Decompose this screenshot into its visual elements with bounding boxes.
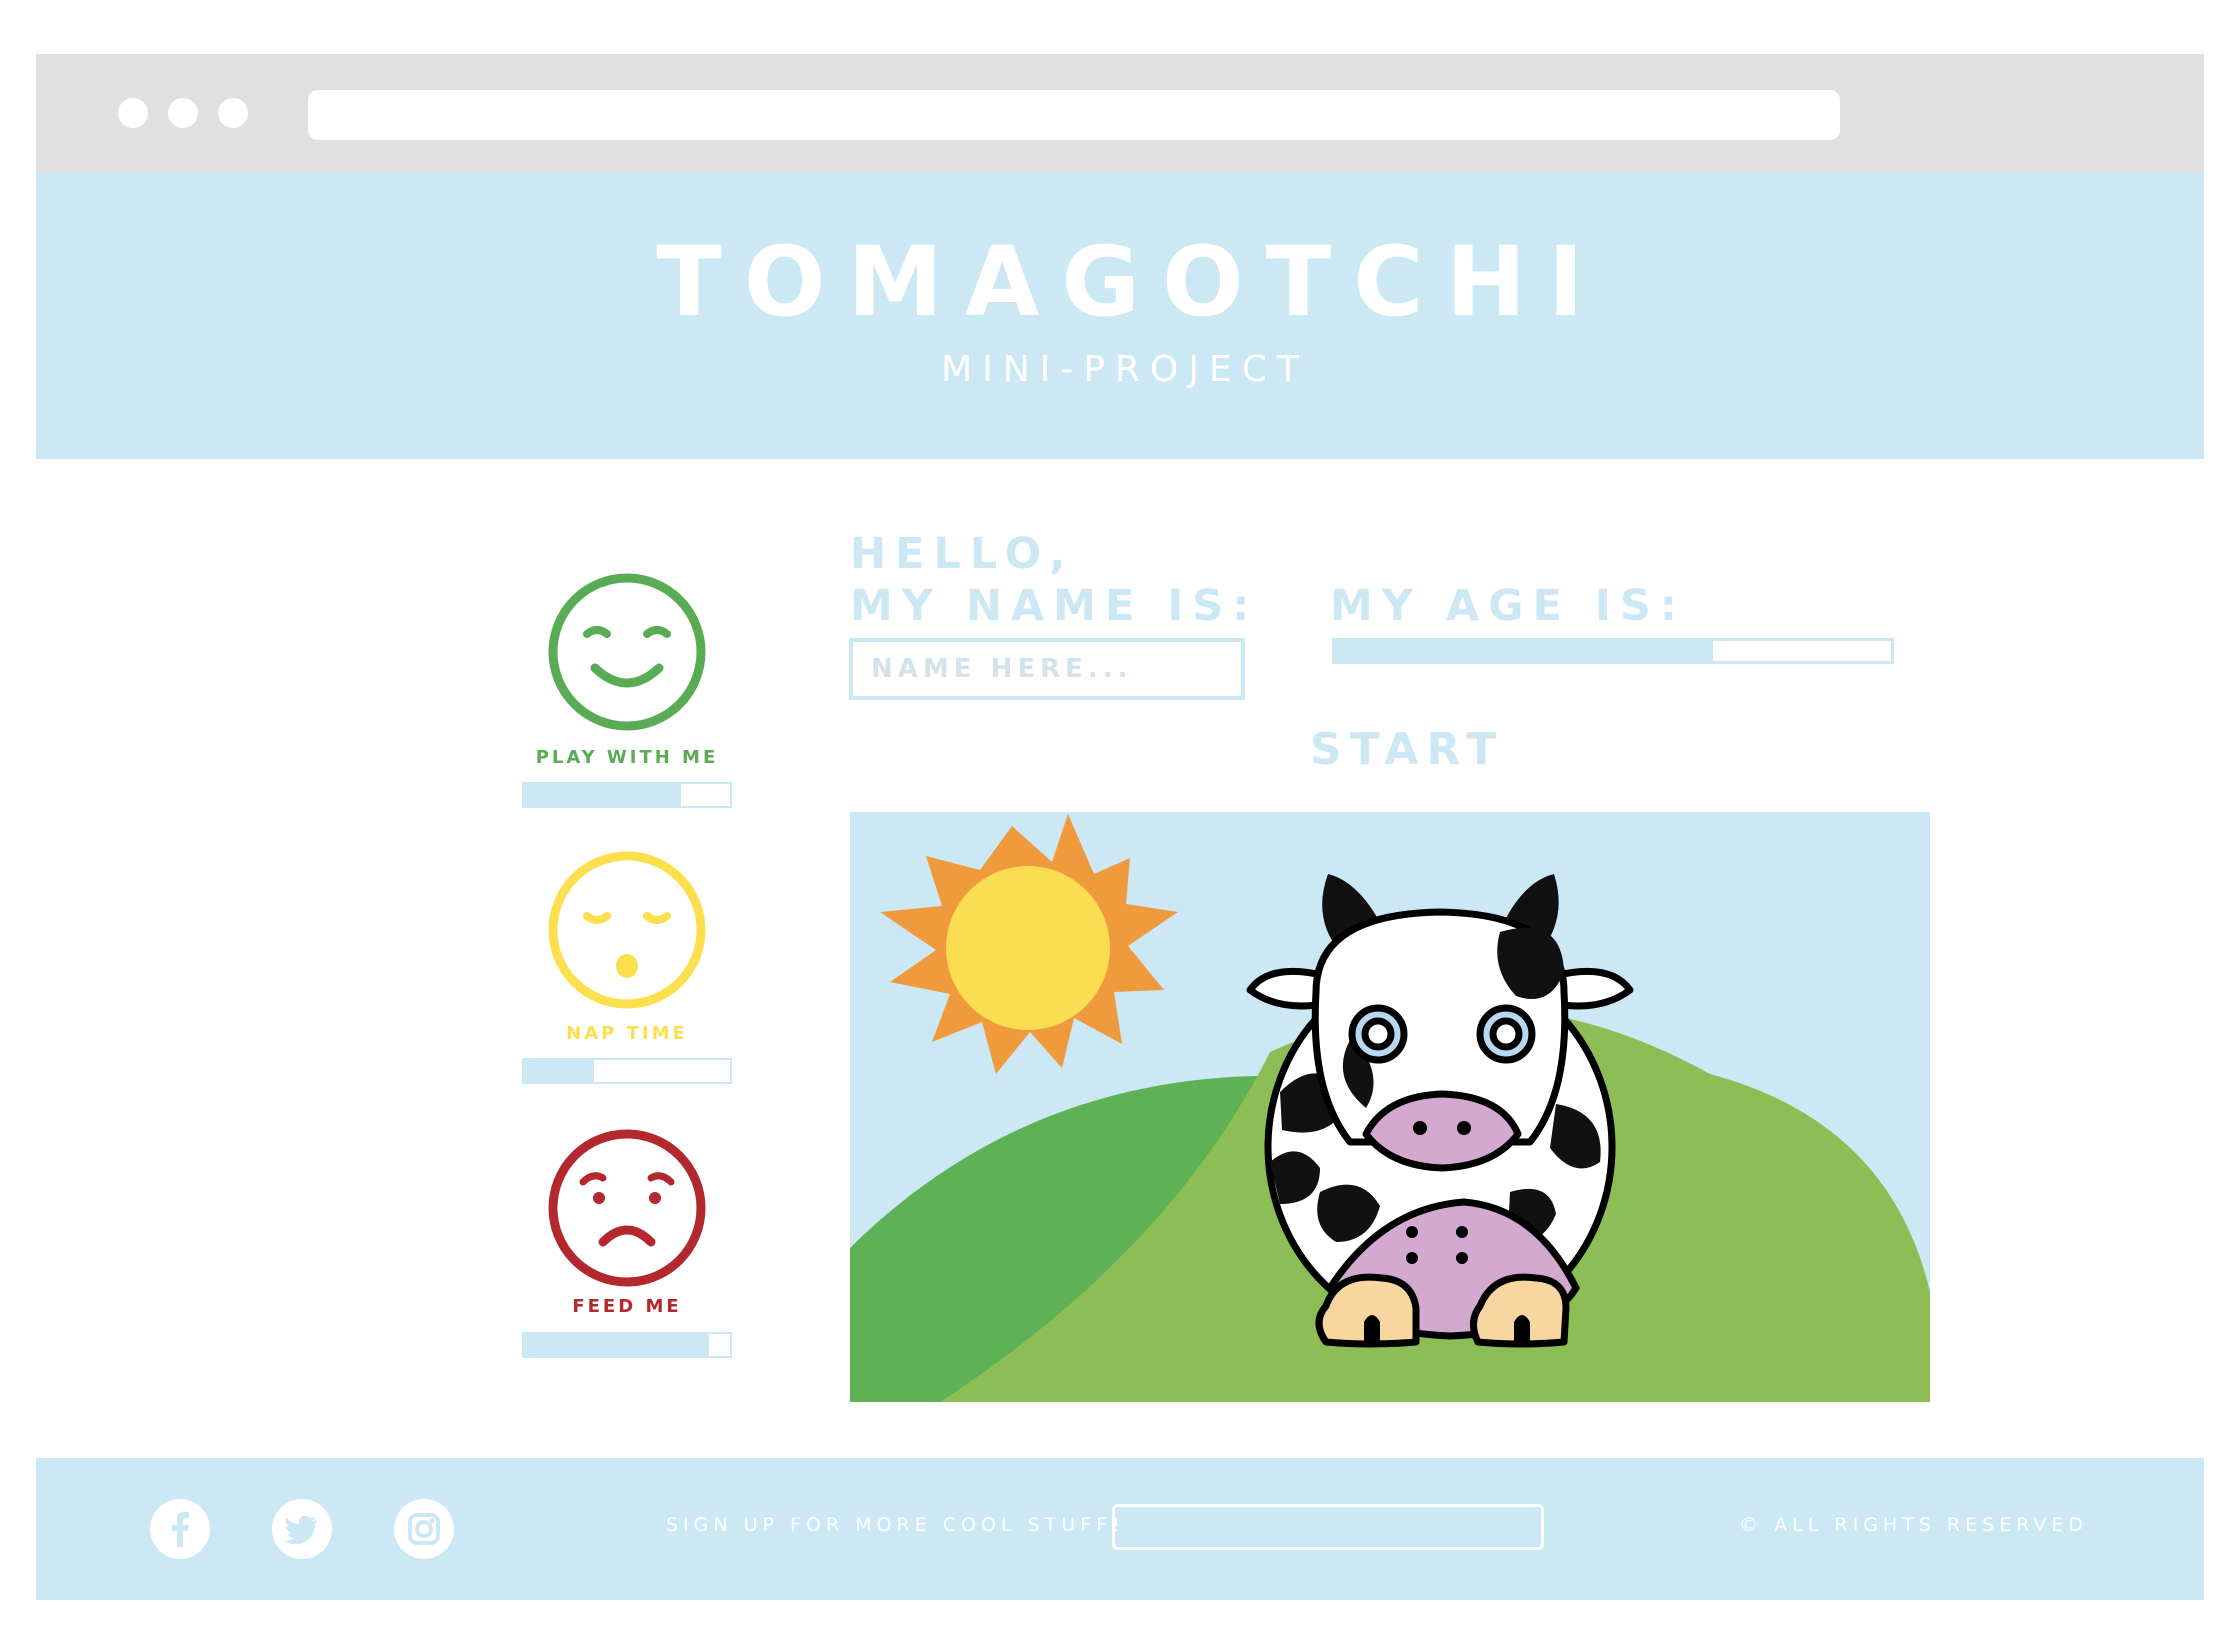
feed-meter bbox=[522, 1332, 732, 1358]
need-label-nap: NAP TIME bbox=[566, 1023, 688, 1044]
feed-meter-fill bbox=[524, 1334, 710, 1356]
address-bar[interactable] bbox=[308, 90, 1840, 140]
browser-chrome bbox=[36, 54, 2204, 172]
happy-face-icon bbox=[548, 573, 706, 731]
page-title: TOMAGOTCHI bbox=[656, 226, 1606, 338]
nap-meter bbox=[522, 1058, 732, 1084]
age-label: MY AGE IS: bbox=[1330, 581, 1686, 631]
window-control-maximize[interactable] bbox=[218, 98, 248, 128]
window-control-minimize[interactable] bbox=[168, 98, 198, 128]
need-label-feed: FEED ME bbox=[572, 1296, 682, 1317]
pet-scene bbox=[850, 812, 1930, 1402]
footer: SIGN UP FOR MORE COOL STUFF! © ALL RIGHT… bbox=[36, 1458, 2204, 1600]
name-input[interactable] bbox=[849, 638, 1245, 700]
play-meter-fill bbox=[524, 784, 681, 806]
hero-banner: TOMAGOTCHI MINI-PROJECT bbox=[36, 172, 2204, 459]
copyright-text: © ALL RIGHTS RESERVED bbox=[1739, 1514, 2088, 1536]
need-label-play: PLAY WITH ME bbox=[535, 747, 719, 768]
twitter-icon[interactable] bbox=[272, 1499, 332, 1559]
sleepy-face-icon bbox=[548, 851, 706, 1009]
age-meter-fill bbox=[1335, 641, 1714, 661]
email-signup-input[interactable] bbox=[1112, 1504, 1544, 1550]
need-play[interactable]: PLAY WITH ME bbox=[520, 572, 734, 812]
age-meter bbox=[1332, 638, 1894, 664]
signup-text: SIGN UP FOR MORE COOL STUFF! bbox=[666, 1514, 1125, 1536]
page-subtitle: MINI-PROJECT bbox=[941, 349, 1309, 390]
play-meter bbox=[522, 782, 732, 808]
need-nap[interactable]: NAP TIME bbox=[520, 850, 734, 1090]
nap-meter-fill bbox=[524, 1060, 595, 1082]
need-feed[interactable]: FEED ME bbox=[520, 1128, 734, 1368]
start-button[interactable]: START bbox=[1310, 728, 1496, 772]
facebook-icon[interactable] bbox=[150, 1499, 210, 1559]
name-label: MY NAME IS: bbox=[850, 581, 1259, 631]
window-control-close[interactable] bbox=[118, 98, 148, 128]
instagram-icon[interactable] bbox=[394, 1499, 454, 1559]
greeting: HELLO, MY NAME IS: bbox=[850, 528, 1258, 632]
sad-face-icon bbox=[548, 1129, 706, 1287]
greeting-line-1: HELLO, bbox=[850, 529, 1075, 579]
